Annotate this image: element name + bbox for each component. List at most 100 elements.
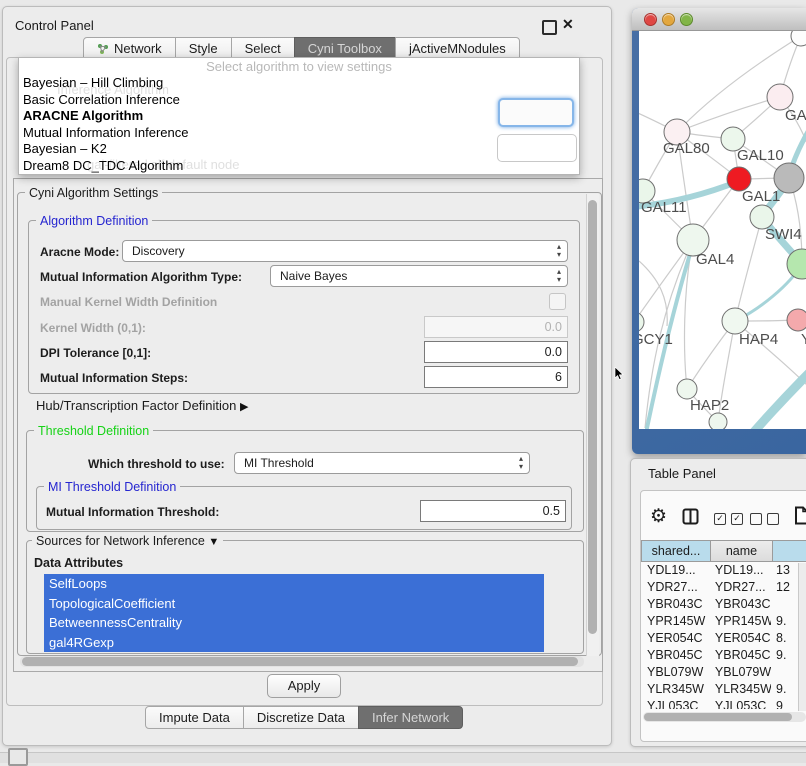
table-cell: YER054C — [642, 630, 710, 647]
table-cell: YJL053C — [710, 698, 771, 709]
network-view-window: GALGAL80GAL10GAL1GAL11SWI4GAL4GCY1HAP4YH… — [632, 8, 806, 454]
network-node[interactable] — [791, 31, 806, 46]
sources-legend[interactable]: Sources for Network Inference ▼ — [32, 534, 223, 548]
attribute-item-selected[interactable]: gal4RGexp — [44, 633, 544, 653]
settings-vertical-scrollbar[interactable] — [586, 194, 599, 656]
deselect-all-checkboxes-icon[interactable] — [750, 513, 779, 525]
manual-kernel-label: Manual Kernel Width Definition — [40, 295, 217, 309]
network-node[interactable] — [639, 312, 644, 332]
mi-threshold-field[interactable]: 0.5 — [420, 500, 566, 522]
attribute-item-selected[interactable]: BetweennessCentrality — [44, 613, 544, 633]
table-row[interactable]: YER054CYER054C8. — [642, 630, 806, 647]
algorithm-option[interactable]: Mutual Information Inference — [19, 125, 579, 142]
network-node[interactable] — [787, 309, 806, 331]
tab-discretize-data[interactable]: Discretize Data — [243, 706, 359, 729]
expand-right-icon[interactable]: ▶ — [240, 401, 248, 413]
table-cell: YBL079W — [710, 664, 771, 681]
mi-steps-label: Mutual Information Steps: — [40, 371, 188, 385]
table-row[interactable]: YDR27...YDR27...12 — [642, 579, 806, 596]
tab-impute-data[interactable]: Impute Data — [145, 706, 244, 729]
network-node-label: GAL1 — [742, 188, 780, 205]
network-node[interactable] — [677, 379, 697, 399]
table-cell: YPR145W — [642, 613, 710, 630]
mi-steps-field[interactable]: 6 — [424, 366, 568, 388]
table-cell: YBR045C — [642, 647, 710, 664]
mi-type-label: Mutual Information Algorithm Type: — [40, 270, 242, 284]
table-horizontal-scrollbar[interactable] — [643, 712, 806, 722]
dropdown-placeholder: Select algorithm to view settings — [19, 58, 579, 75]
table-cell: YLR345W — [710, 681, 771, 698]
table-row[interactable]: YDL19...YDL19...13 — [642, 562, 806, 579]
close-window-icon[interactable] — [644, 13, 657, 26]
algorithm-option[interactable]: Bayesian – K2 — [19, 141, 579, 158]
tab-infer-network[interactable]: Infer Network — [358, 706, 463, 729]
dpi-tolerance-label: DPI Tolerance [0,1]: — [40, 346, 151, 360]
close-panel-icon[interactable]: ✕ — [562, 16, 574, 33]
apply-button[interactable]: Apply — [267, 674, 341, 698]
algorithm-definition-legend: Algorithm Definition — [36, 214, 152, 228]
table-row[interactable]: YBR045CYBR045C9. — [642, 647, 806, 664]
network-edge — [677, 97, 780, 132]
attribute-item-selected[interactable]: SelfLoops — [44, 574, 544, 594]
split-columns-icon[interactable] — [682, 508, 699, 530]
table-cell: YDL19... — [642, 562, 710, 579]
data-attributes-list: SelfLoops TopologicalCoefficient Between… — [44, 574, 544, 652]
aracne-mode-combobox[interactable]: Discovery ▴▾ — [122, 240, 568, 262]
mouse-cursor — [614, 367, 624, 386]
network-node[interactable] — [709, 413, 727, 429]
table-row[interactable]: YJL053CYJL053C9 — [642, 698, 806, 709]
column-header-cut[interactable] — [772, 540, 806, 562]
spinner-icon: ▴▾ — [557, 268, 561, 284]
bottom-status-bar — [0, 752, 806, 763]
table-header: shared... name — [642, 540, 806, 562]
algorithm-option-selected[interactable]: ARACNE Algorithm — [19, 108, 579, 125]
column-header-sharedname[interactable]: shared... — [641, 540, 711, 562]
network-combobox-edge — [497, 134, 577, 162]
hub-section-label[interactable]: Hub/Transcription Factor Definition ▶ — [36, 398, 248, 413]
network-canvas[interactable]: GALGAL80GAL10GAL1GAL11SWI4GAL4GCY1HAP4YH… — [639, 31, 806, 429]
spinner-icon: ▴▾ — [519, 455, 523, 471]
minimize-window-icon[interactable] — [662, 13, 675, 26]
manual-kernel-checkbox[interactable] — [549, 293, 566, 310]
table-row[interactable]: YLR345WYLR345W9. — [642, 681, 806, 698]
cyni-algorithm-settings-legend: Cyni Algorithm Settings — [25, 186, 162, 200]
table-row[interactable]: YPR145WYPR145W9. — [642, 613, 806, 630]
table-row[interactable]: YBL079WYBL079W — [642, 664, 806, 681]
settings-horizontal-scrollbar[interactable] — [20, 656, 584, 667]
dpi-tolerance-field[interactable]: 0.0 — [424, 341, 568, 363]
scrollbar-thumb[interactable] — [22, 657, 578, 666]
table-cell: YBR045C — [710, 647, 771, 664]
network-window-titlebar[interactable] — [632, 8, 806, 31]
aracne-mode-label: Aracne Mode: — [40, 245, 119, 259]
column-header-name[interactable]: name — [710, 540, 773, 562]
collapse-down-icon[interactable]: ▼ — [208, 536, 219, 548]
table-body: YDL19...YDL19...13YDR27...YDR27...12YBR0… — [642, 562, 806, 709]
network-node-label: HAP2 — [690, 397, 729, 414]
select-all-checkboxes-icon[interactable]: ✓✓ — [714, 513, 743, 525]
table-cell: YBL079W — [642, 664, 710, 681]
table-cell: YBR043C — [710, 596, 771, 613]
network-edge — [735, 217, 762, 321]
attribute-item-selected[interactable]: TopologicalCoefficient — [44, 594, 544, 614]
collapsed-panel-icon[interactable] — [8, 748, 28, 766]
table-cell: YDR27... — [710, 579, 771, 596]
zoom-window-icon[interactable] — [680, 13, 693, 26]
float-panel-icon[interactable] — [542, 20, 557, 35]
scrollbar-thumb[interactable] — [588, 200, 597, 634]
ghost-text: Inference Algorithm — [57, 82, 169, 97]
algorithm-combobox-focused[interactable] — [498, 98, 574, 127]
network-edge-highlighted — [733, 369, 806, 429]
table-vertical-scrollbar[interactable] — [798, 563, 806, 711]
table-cell: YPR145W — [710, 613, 771, 630]
which-threshold-combobox[interactable]: MI Threshold ▴▾ — [234, 452, 530, 474]
network-node[interactable] — [774, 163, 804, 193]
document-icon[interactable] — [794, 506, 806, 530]
scrollbar-thumb[interactable] — [644, 713, 792, 721]
bottom-tabbar: Impute Data Discretize Data Infer Networ… — [146, 706, 463, 729]
table-row[interactable]: YBR043CYBR043C — [642, 596, 806, 613]
mi-threshold-legend: MI Threshold Definition — [44, 480, 180, 494]
kernel-width-field[interactable]: 0.0 — [424, 316, 568, 338]
mi-type-combobox[interactable]: Naive Bayes ▴▾ — [270, 265, 568, 287]
control-panel-title: Control Panel — [15, 18, 94, 33]
gear-icon[interactable]: ⚙ — [650, 505, 667, 528]
